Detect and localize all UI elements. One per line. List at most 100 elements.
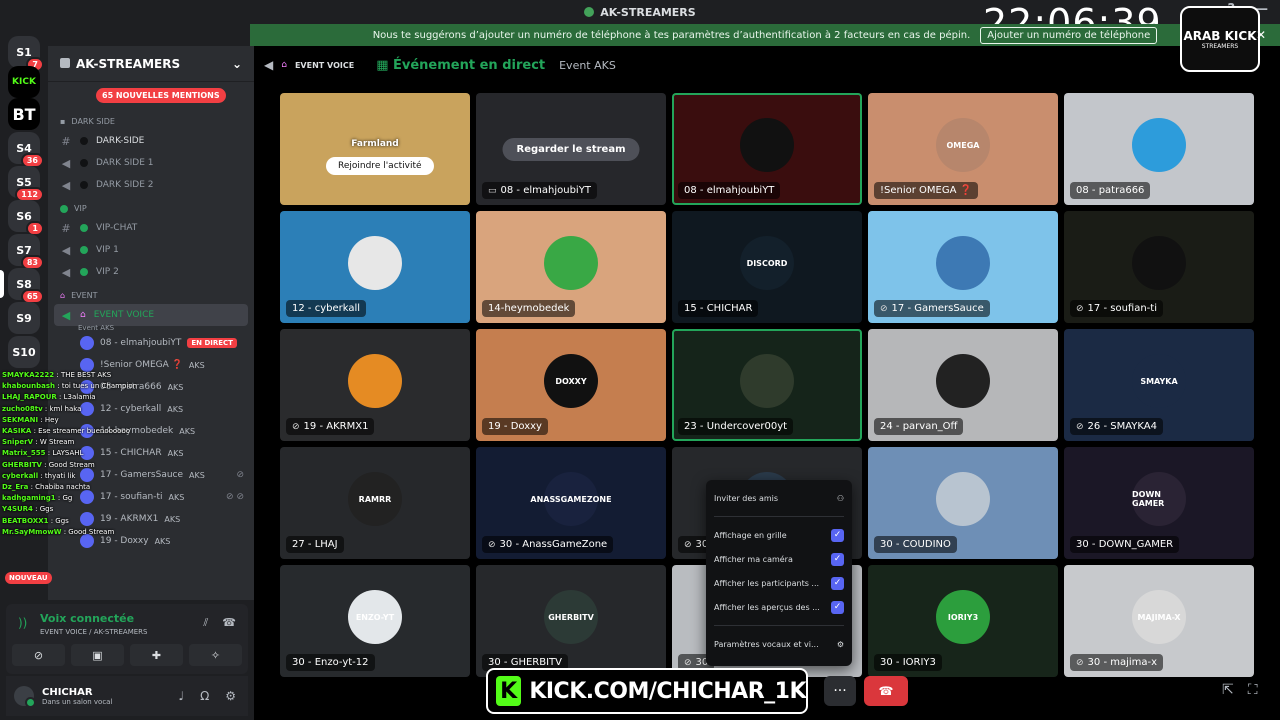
server-item[interactable]: S6 1 bbox=[8, 200, 44, 236]
add-phone-button[interactable]: Ajouter un numéro de téléphone bbox=[980, 26, 1158, 44]
server-item[interactable]: S4 36 bbox=[8, 132, 44, 168]
menu-show-previews[interactable]: Afficher les aperçus des ... ✓ bbox=[714, 595, 844, 619]
chat-text: : thyati lik bbox=[40, 471, 76, 480]
participant-tile[interactable]: 30 - COUDINO bbox=[868, 447, 1058, 559]
channel-vip-chat[interactable]: # VIP-CHAT bbox=[48, 217, 254, 239]
channel-dark-side-2[interactable]: ◀ DARK SIDE 2 bbox=[48, 174, 254, 196]
category-vip[interactable]: Vip bbox=[48, 196, 254, 217]
screen-icon: ▭ bbox=[488, 185, 497, 196]
screen-share-button[interactable]: ▣ bbox=[71, 644, 124, 666]
menu-voice-settings[interactable]: Paramètres vocaux et vi... ⚙ bbox=[714, 632, 844, 656]
user-controls: ♩ Ω ⚙ bbox=[178, 689, 236, 703]
close-icon[interactable]: ✕ bbox=[1256, 28, 1266, 42]
server-item[interactable]: S9 bbox=[8, 302, 40, 334]
microphone-icon[interactable]: ♩ bbox=[178, 689, 184, 703]
participant-label: 30 - COUDINO bbox=[874, 536, 957, 553]
participant-tile[interactable]: OMEGA !Senior OMEGA ❓ bbox=[868, 93, 1058, 205]
participant-tile[interactable]: ⊘ 17 - soufian-ti bbox=[1064, 211, 1254, 323]
server-item[interactable]: S7 83 bbox=[8, 234, 44, 270]
participant-name: 30 - DOWN_GAMER bbox=[1076, 539, 1174, 550]
menu-grid-view[interactable]: Affichage en grille ✓ bbox=[714, 523, 844, 547]
participant-tile[interactable]: 08 - patra666 bbox=[1064, 93, 1254, 205]
server-item[interactable]: S1 7 bbox=[8, 36, 44, 72]
category-dark-side[interactable]: ▪ DARK SIDE bbox=[48, 109, 254, 130]
channel-vip-2[interactable]: ◀ VIP 2 bbox=[48, 261, 254, 283]
channel-event-voice[interactable]: ◀ ⌂ EVENT VOICE bbox=[54, 304, 248, 326]
participant-tile[interactable]: GHERBITV 30 - GHERBITV bbox=[476, 565, 666, 677]
gear-icon[interactable]: ⚙ bbox=[225, 689, 236, 703]
participant-tile[interactable]: SMAYKA ⊘ 26 - SMAYKA4 bbox=[1064, 329, 1254, 441]
menu-show-camera[interactable]: Afficher ma caméra ✓ bbox=[714, 547, 844, 571]
logo-line-2: STREAMERS bbox=[1201, 42, 1239, 50]
camera-off-button[interactable]: ⊘ bbox=[12, 644, 65, 666]
server-header[interactable]: AK-STREAMERS ⌄ bbox=[48, 46, 254, 82]
participant-tile[interactable]: DOWN GAMER 30 - DOWN_GAMER bbox=[1064, 447, 1254, 559]
participant-tile[interactable]: 24 - parvan_Off bbox=[868, 329, 1058, 441]
participant-tile[interactable]: ANASSGAMEZONE ⊘ 30 - AnassGameZone bbox=[476, 447, 666, 559]
kick-channel-banner: K KICK.COM/CHICHAR_1K bbox=[486, 668, 808, 714]
channel-vip-1[interactable]: ◀ VIP 1 bbox=[48, 239, 254, 261]
chevron-down-icon[interactable]: ⌄ bbox=[232, 57, 242, 71]
server-item[interactable]: S10 bbox=[8, 336, 40, 368]
avatar bbox=[740, 354, 794, 408]
server-item[interactable]: S5 112 bbox=[8, 166, 44, 202]
participant-tile[interactable]: ⊘ 17 - GamersSauce bbox=[868, 211, 1058, 323]
participant-tile[interactable]: RAMRR 27 - LHAJ bbox=[280, 447, 470, 559]
participant-tile[interactable]: ENZO-YT 30 - Enzo-yt-12 bbox=[280, 565, 470, 677]
popout-icon[interactable]: ⇱ bbox=[1222, 682, 1234, 698]
muted-icon: ⊘ bbox=[488, 539, 496, 550]
participant-tile[interactable]: ⊘ 19 - AKRMX1 bbox=[280, 329, 470, 441]
server-item[interactable]: S8 65 bbox=[8, 268, 44, 304]
participant-label: ⊘ 30 - AnassGameZone bbox=[482, 536, 614, 553]
server-item[interactable]: KICK bbox=[8, 66, 40, 98]
soundboard-button[interactable]: ✧ bbox=[189, 644, 242, 666]
participant-tile[interactable]: DOXXY 19 - Doxxy bbox=[476, 329, 666, 441]
channel-dark-side[interactable]: # DARK-SIDE bbox=[48, 130, 254, 152]
participant-tile[interactable]: IORIY3 30 - IORIY3 bbox=[868, 565, 1058, 677]
discord-app: AK-STREAMERS ▭ ? — 22:06:39 Nous te sugg… bbox=[0, 0, 1280, 720]
noise-suppression-icon[interactable]: ⫽ bbox=[203, 616, 208, 630]
mentions-badge[interactable]: 65 NOUVELLES MENTIONS bbox=[96, 88, 226, 103]
role-tag: AKS bbox=[154, 536, 171, 546]
chat-user: Mr.SayMmowW bbox=[2, 527, 62, 536]
server-item[interactable]: BT bbox=[8, 98, 40, 130]
checkbox-checked-icon[interactable]: ✓ bbox=[831, 528, 844, 542]
channel-dark-side-1[interactable]: ◀ DARK SIDE 1 bbox=[48, 152, 254, 174]
participant-tile[interactable]: MAJIMA-X ⊘ 30 - majima-x bbox=[1064, 565, 1254, 677]
new-badge[interactable]: NOUVEAU bbox=[5, 572, 52, 584]
disconnect-icon[interactable]: ☎ bbox=[222, 616, 236, 630]
screen-share-icon: ▣ bbox=[92, 648, 103, 662]
avatar-text: OMEGA bbox=[946, 140, 980, 150]
voice-user-name: 08 - elmahjoubiYT bbox=[100, 338, 182, 348]
checkbox-checked-icon[interactable]: ✓ bbox=[831, 576, 844, 590]
participant-tile[interactable]: 12 - cyberkall bbox=[280, 211, 470, 323]
menu-invite-friends[interactable]: Inviter des amis ⚇ bbox=[714, 486, 844, 510]
participant-tile[interactable]: 08 - elmahjoubiYT bbox=[672, 93, 862, 205]
disconnect-button[interactable]: ☎ bbox=[864, 676, 908, 706]
participant-label: ⊘ 19 - AKRMX1 bbox=[286, 418, 375, 435]
menu-show-participants[interactable]: Afficher les participants ... ✓ bbox=[714, 571, 844, 595]
chat-text: : Good Stream bbox=[44, 460, 95, 469]
join-activity-button[interactable]: Rejoindre l'activité bbox=[326, 157, 434, 175]
chat-text: : W Stream bbox=[35, 438, 75, 447]
participant-tile[interactable]: Farmland Rejoindre l'activité bbox=[280, 93, 470, 205]
checkbox-checked-icon[interactable]: ✓ bbox=[831, 552, 844, 566]
category-event[interactable]: ⌂ Event bbox=[48, 283, 254, 304]
participant-tile[interactable]: 14-heymobedek bbox=[476, 211, 666, 323]
avatar[interactable] bbox=[14, 686, 36, 708]
more-options-button[interactable]: ··· bbox=[824, 676, 856, 706]
chat-text: : kml haka bbox=[44, 404, 82, 413]
checkbox-checked-icon[interactable]: ✓ bbox=[831, 600, 844, 614]
avatar-text: GHERBITV bbox=[548, 612, 594, 622]
voice-user[interactable]: 08 - elmahjoubiYT EN DIRECT bbox=[48, 332, 254, 354]
headphones-icon[interactable]: Ω bbox=[200, 689, 209, 703]
event-title[interactable]: ▦ Événement en direct bbox=[376, 58, 545, 73]
participant-tile[interactable]: DISCORD 15 - CHICHAR bbox=[672, 211, 862, 323]
participant-tile[interactable]: 23 - Undercover00yt bbox=[672, 329, 862, 441]
watch-stream-button[interactable]: Regarder le stream bbox=[502, 137, 640, 161]
participant-tile[interactable]: Regarder le stream ▭ 08 - elmahjoubiYT bbox=[476, 93, 666, 205]
voice-channel[interactable]: EVENT VOICE / AK-STREAMERS bbox=[40, 628, 147, 636]
activity-button[interactable]: ✚ bbox=[130, 644, 183, 666]
fullscreen-icon[interactable]: ⛶ bbox=[1248, 682, 1258, 698]
avatar-text: DOXXY bbox=[555, 376, 587, 386]
